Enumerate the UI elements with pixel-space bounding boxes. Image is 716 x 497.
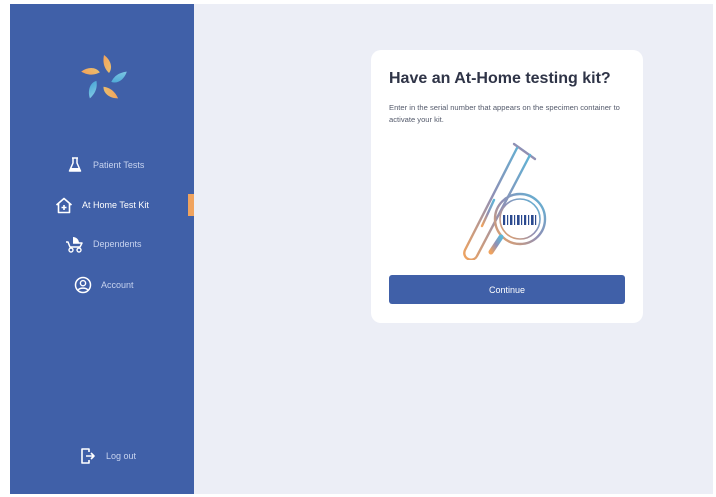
logout-icon xyxy=(78,446,98,466)
sidebar-item-label: Dependents xyxy=(93,239,142,249)
logout-label: Log out xyxy=(106,451,137,461)
activate-kit-card: Have an At-Home testing kit? Enter in th… xyxy=(371,50,643,323)
card-title: Have an At-Home testing kit? xyxy=(389,70,611,87)
sidebar: Patient Tests At Home Test Kit Dependent… xyxy=(10,4,194,494)
user-circle-icon xyxy=(73,275,93,295)
sidebar-item-account[interactable]: Account xyxy=(10,273,194,297)
sidebar-item-at-home-test-kit[interactable]: At Home Test Kit xyxy=(10,193,194,217)
sidebar-item-label: Patient Tests xyxy=(93,160,145,170)
flask-icon xyxy=(65,155,85,175)
stroller-icon xyxy=(65,234,85,254)
continue-button[interactable]: Continue xyxy=(389,275,625,304)
app-window: Patient Tests At Home Test Kit Dependent… xyxy=(10,4,713,494)
home-plus-icon xyxy=(54,195,74,215)
sidebar-item-dependents[interactable]: Dependents xyxy=(10,232,194,256)
brand-logo-icon xyxy=(81,55,127,99)
sidebar-item-patient-tests[interactable]: Patient Tests xyxy=(10,153,194,177)
sidebar-item-label: At Home Test Kit xyxy=(82,200,149,210)
sidebar-item-label: Account xyxy=(101,280,134,290)
logout-button[interactable]: Log out xyxy=(10,444,194,468)
test-tube-magnifier-icon xyxy=(463,142,547,260)
active-indicator xyxy=(188,194,194,216)
card-description: Enter in the serial number that appears … xyxy=(389,103,620,124)
